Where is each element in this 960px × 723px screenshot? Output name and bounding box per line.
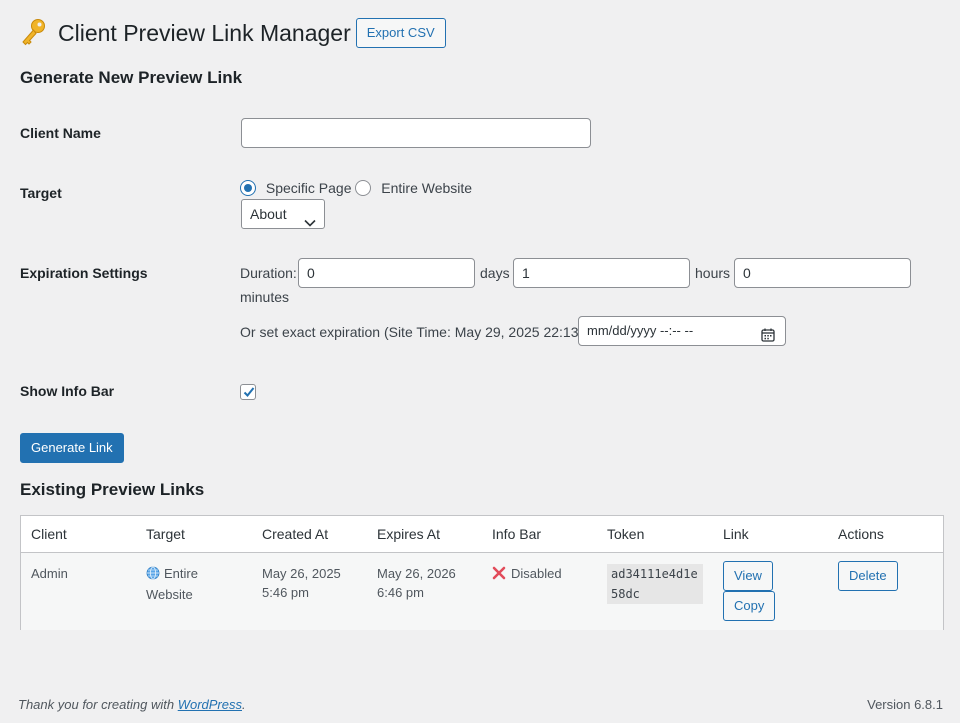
datetime-placeholder: mm/dd/yyyy --:-- --	[587, 323, 694, 338]
created-date: May 26, 2025	[262, 566, 341, 581]
page-select[interactable]: About	[241, 199, 325, 229]
created-time: 5:46 pm	[262, 585, 309, 600]
cell-expires-at: May 26, 2026 6:46 pm	[377, 564, 456, 602]
cell-client: Admin	[31, 566, 68, 581]
admin-page: Client Preview Link Manager Export CSV G…	[0, 0, 960, 723]
entire-website-label: Entire Website	[381, 180, 473, 197]
duration-label: Duration:	[240, 265, 297, 281]
info-bar-status: Disabled	[511, 566, 562, 581]
show-info-bar-label: Show Info Bar	[20, 383, 115, 399]
table-header: Client Target Created At Expires At Info…	[21, 516, 943, 553]
days-input[interactable]: 0	[298, 258, 475, 288]
table-row: Admin Entire Website May 26, 2025 5:46 p…	[21, 553, 943, 630]
cell-created-at: May 26, 2025 5:46 pm	[262, 564, 341, 602]
cell-info-bar: Disabled	[492, 564, 562, 585]
page-select-value: About	[250, 206, 287, 222]
preview-links-table: Client Target Created At Expires At Info…	[20, 515, 944, 630]
days-label: days	[480, 265, 510, 281]
column-header-client: Client	[31, 526, 67, 542]
client-name-input[interactable]	[241, 118, 591, 148]
token-code: ad34111e4d1e58dc	[607, 564, 703, 604]
column-header-link: Link	[723, 526, 749, 542]
existing-section-title: Existing Preview Links	[20, 480, 205, 499]
target-text-line2: Website	[146, 587, 193, 602]
column-header-created-at: Created At	[262, 526, 329, 542]
key-icon	[20, 18, 46, 48]
show-info-bar-checkbox[interactable]	[240, 384, 256, 400]
footer-thanks-text: Thank you for creating with	[18, 697, 178, 712]
export-csv-button[interactable]: Export CSV	[355, 18, 446, 48]
exact-expiration-label: Or set exact expiration (Site Time: May …	[240, 324, 588, 340]
column-header-target: Target	[146, 526, 185, 542]
footer-period: .	[242, 697, 246, 712]
wordpress-link[interactable]: WordPress	[178, 697, 242, 712]
calendar-icon[interactable]	[761, 324, 775, 352]
column-header-info-bar: Info Bar	[492, 526, 542, 542]
target-radio-group: Specific Page Entire Website	[240, 179, 473, 197]
footer-thanks: Thank you for creating with WordPress.	[18, 697, 246, 712]
client-name-label: Client Name	[20, 125, 101, 141]
chevron-down-icon	[304, 209, 316, 227]
generate-link-button[interactable]: Generate Link	[20, 433, 124, 463]
expires-time: 6:46 pm	[377, 585, 424, 600]
column-header-token: Token	[607, 526, 645, 542]
specific-page-label: Specific Page	[265, 180, 352, 197]
minutes-label: minutes	[240, 289, 290, 305]
page-title: Client Preview Link Manager	[58, 20, 351, 46]
generate-section-title: Generate New Preview Link	[20, 68, 243, 87]
target-label: Target	[20, 185, 62, 201]
red-x-icon	[492, 566, 506, 585]
cell-token: ad34111e4d1e58dc	[607, 564, 703, 604]
column-header-actions: Actions	[838, 526, 884, 542]
column-header-expires-at: Expires At	[377, 526, 441, 542]
target-text-line1: Entire	[164, 566, 198, 581]
footer-version: Version 6.8.1	[867, 697, 943, 712]
globe-icon	[146, 566, 160, 585]
checkmark-icon	[243, 387, 255, 397]
view-button[interactable]: View	[723, 561, 773, 591]
expires-date: May 26, 2026	[377, 566, 456, 581]
page-header: Client Preview Link Manager Export CSV	[20, 17, 446, 49]
cell-target: Entire Website	[146, 564, 198, 604]
copy-button[interactable]: Copy	[723, 591, 776, 621]
exact-datetime-input[interactable]: mm/dd/yyyy --:-- --	[578, 316, 786, 346]
expiration-label: Expiration Settings	[20, 265, 148, 281]
minutes-input[interactable]: 0	[734, 258, 911, 288]
delete-button[interactable]: Delete	[838, 561, 898, 591]
hours-label: hours	[695, 265, 731, 281]
hours-input[interactable]: 1	[513, 258, 690, 288]
entire-website-radio[interactable]	[355, 180, 372, 197]
specific-page-radio[interactable]	[240, 180, 256, 197]
